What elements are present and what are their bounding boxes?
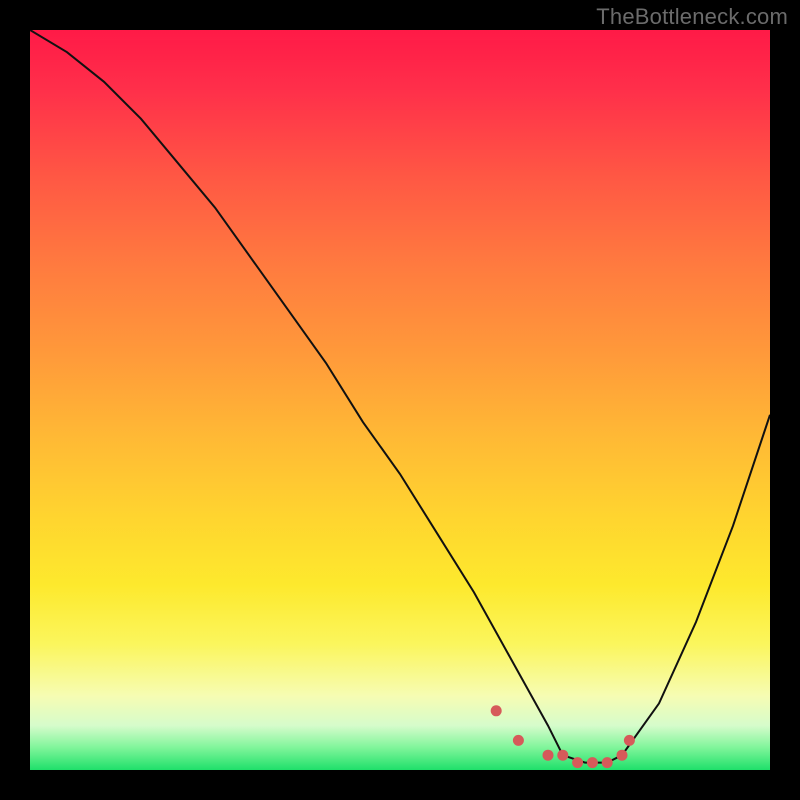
floor-marker	[543, 750, 554, 761]
bottleneck-curve	[30, 30, 770, 763]
floor-marker	[572, 757, 583, 768]
floor-marker	[513, 735, 524, 746]
floor-marker	[557, 750, 568, 761]
floor-marker	[602, 757, 613, 768]
chart-frame: TheBottleneck.com	[0, 0, 800, 800]
floor-marker	[624, 735, 635, 746]
plot-area	[30, 30, 770, 770]
watermark-text: TheBottleneck.com	[596, 4, 788, 30]
floor-marker	[587, 757, 598, 768]
floor-marker	[491, 705, 502, 716]
chart-svg	[30, 30, 770, 770]
floor-marker	[617, 750, 628, 761]
